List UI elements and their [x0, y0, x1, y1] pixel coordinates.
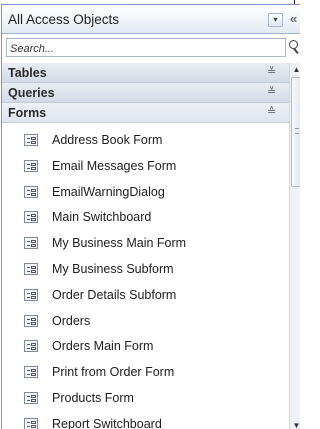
form-icon — [24, 288, 38, 301]
form-icon — [24, 314, 38, 327]
form-icon — [24, 340, 38, 353]
group-label: Forms — [8, 106, 47, 120]
pane-title-bar[interactable]: All Access Objects ▾ « — [2, 5, 300, 34]
grip-icon — [295, 128, 299, 134]
list-item-label: My Business Subform — [52, 261, 174, 276]
search-field[interactable] — [6, 38, 286, 58]
list-item-label: Order Details Subform — [52, 287, 177, 302]
pane-title: All Access Objects — [8, 12, 120, 27]
search-input[interactable] — [7, 40, 285, 58]
group-header-forms[interactable]: Forms ≙ — [2, 103, 289, 123]
list-item-label: Address Book Form — [52, 133, 163, 147]
forms-list: Address Book Form Email Messages Form Em… — [2, 129, 289, 429]
navigation-pane: All Access Objects ▾ « Tables ≚ Queries … — [1, 4, 300, 429]
form-icon — [24, 159, 38, 172]
list-item-label: EmailWarningDialog — [52, 184, 165, 199]
list-item[interactable]: Order Details Subform — [2, 284, 289, 310]
list-item[interactable]: Address Book Form — [2, 129, 289, 155]
list-item-label: Orders Main Form — [52, 339, 154, 354]
list-item-label: Report Switchboard — [52, 416, 162, 429]
form-icon — [24, 366, 38, 379]
group-label: Queries — [8, 86, 55, 100]
list-item[interactable]: Report Switchboard — [2, 413, 289, 429]
list-item-label: Orders — [52, 313, 91, 328]
list-item[interactable]: Main Switchboard — [2, 206, 289, 232]
form-icon — [24, 134, 38, 146]
group-list: Tables ≚ Queries ≚ Forms ≙ — [2, 63, 289, 123]
vertical-scrollbar[interactable]: ▲ ▼ — [289, 63, 300, 429]
list-item[interactable]: EmailWarningDialog — [2, 181, 289, 207]
form-icon — [24, 417, 38, 429]
form-icon — [24, 211, 38, 224]
chevron-double-down-icon[interactable]: ≚ — [267, 65, 276, 78]
list-item-label: My Business Main Form — [52, 236, 187, 251]
list-item-label: Email Messages Form — [52, 158, 177, 173]
chevron-double-up-icon[interactable]: ≙ — [267, 105, 276, 118]
form-icon — [24, 185, 38, 198]
list-item[interactable]: Orders — [2, 310, 289, 336]
group-label: Tables — [8, 66, 47, 80]
search-icon[interactable] — [289, 40, 300, 54]
scrollbar-thumb[interactable] — [291, 77, 300, 187]
group-header-tables[interactable]: Tables ≚ — [2, 63, 289, 83]
list-item[interactable]: My Business Main Form — [2, 232, 289, 258]
form-icon — [24, 262, 38, 275]
list-item[interactable]: Orders Main Form — [2, 335, 289, 361]
list-item-label: Products Form — [52, 390, 134, 405]
list-item-label: Print from Order Form — [52, 365, 175, 380]
list-item-label: Main Switchboard — [52, 210, 152, 225]
list-item[interactable]: Email Messages Form — [2, 155, 289, 181]
chevron-double-down-icon[interactable]: ≚ — [267, 85, 276, 98]
search-icon-handle — [293, 48, 299, 54]
scroll-down-arrow-icon[interactable]: ▼ — [291, 421, 300, 429]
form-icon — [24, 237, 38, 250]
group-header-queries[interactable]: Queries ≚ — [2, 83, 289, 103]
list-item[interactable]: My Business Subform — [2, 258, 289, 284]
list-item[interactable]: Print from Order Form — [2, 361, 289, 387]
chevron-down-icon[interactable]: ▾ — [268, 13, 283, 27]
scroll-up-arrow-icon[interactable]: ▲ — [291, 65, 300, 75]
list-item[interactable]: Products Form — [2, 387, 289, 413]
collapse-pane-icon[interactable]: « — [290, 11, 297, 26]
form-icon — [24, 391, 38, 404]
